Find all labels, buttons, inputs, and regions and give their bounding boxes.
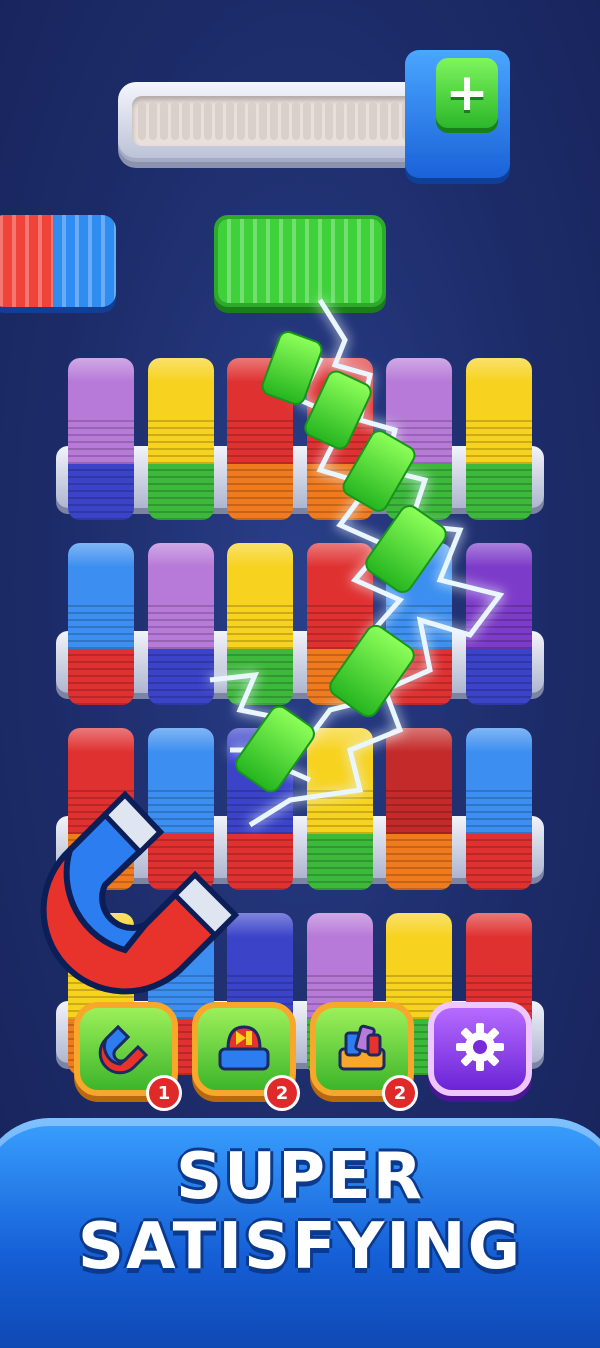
block-stack (465, 913, 532, 973)
shuffle-blocks-icon (332, 1019, 392, 1079)
progress-bar-notch (259, 102, 267, 140)
settings-button[interactable] (428, 1002, 532, 1096)
progress-bar-notch (380, 102, 388, 140)
block-stack (465, 834, 532, 890)
progress-bar-notch (182, 102, 190, 140)
block-stack (68, 543, 134, 603)
add-capacity-button[interactable]: + (436, 58, 498, 128)
block-stack (68, 464, 134, 520)
block-stack (386, 913, 452, 973)
progress-bar-notch (270, 102, 278, 140)
block-stack (68, 358, 134, 418)
progress-bar-notch (237, 102, 245, 140)
block-stack (306, 913, 373, 973)
magnet-icon (98, 1019, 154, 1079)
block-stack (68, 418, 134, 464)
progress-bar-notch (314, 102, 322, 140)
powerup-count-badge: 2 (382, 1075, 418, 1111)
progress-bar-notch (171, 102, 179, 140)
progress-bar-notch (138, 102, 146, 140)
progress-bar-notch (336, 102, 344, 140)
box-color-half (0, 215, 53, 307)
progress-bar-notch (204, 102, 212, 140)
progress-bar-notch (193, 102, 201, 140)
banner-line-2: SATISFYING (77, 1210, 523, 1284)
tube-1-1[interactable] (68, 358, 134, 520)
progress-bar-notch (347, 102, 355, 140)
progress-bar-notch (303, 102, 311, 140)
tube-2-1[interactable] (68, 543, 134, 705)
plus-icon: + (445, 63, 489, 123)
block-stack (68, 649, 134, 705)
powerup-count-badge: 2 (264, 1075, 300, 1111)
progress-bar-notch (226, 102, 234, 140)
progress-bar-notch (369, 102, 377, 140)
progress-bar-track (132, 96, 422, 146)
progress-bar-notch (391, 102, 399, 140)
powerup-count-badge: 1 (146, 1075, 182, 1111)
block-stack (68, 603, 134, 649)
progress-bar-notch (160, 102, 168, 140)
box-red-blue[interactable] (0, 215, 116, 307)
block-stack (386, 834, 452, 890)
flying-blocks (235, 331, 447, 793)
progress-bar-notch (358, 102, 366, 140)
progress-bar-notch (215, 102, 223, 140)
box-color-half (53, 215, 116, 307)
magnet-graphic (40, 790, 240, 995)
block-stack (306, 834, 373, 890)
progress-bar-notch (281, 102, 289, 140)
settings-gear-icon (452, 1019, 508, 1079)
banner-line-1: SUPER (176, 1140, 424, 1214)
progress-bar-notch (149, 102, 157, 140)
progress-bar-notch (325, 102, 333, 140)
skip-icon (214, 1019, 274, 1079)
progress-bar-notch (292, 102, 300, 140)
progress-bar-notch (248, 102, 256, 140)
